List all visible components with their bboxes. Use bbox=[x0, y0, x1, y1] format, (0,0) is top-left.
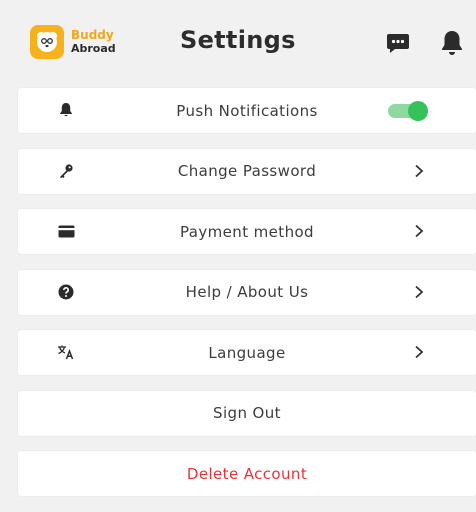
sign-out-button[interactable]: Sign Out bbox=[18, 390, 476, 436]
bell-icon[interactable] bbox=[437, 28, 467, 58]
payment-method-label: Payment method bbox=[180, 222, 314, 241]
logo-mascot-icon bbox=[30, 25, 64, 59]
credit-card-icon bbox=[56, 221, 76, 241]
push-notifications-label: Push Notifications bbox=[176, 101, 318, 120]
language-row[interactable]: Language bbox=[18, 330, 476, 375]
payment-method-row[interactable]: Payment method bbox=[18, 209, 476, 254]
delete-account-button[interactable]: Delete Account bbox=[18, 451, 476, 496]
help-about-label: Help / About Us bbox=[185, 283, 309, 301]
change-password-row[interactable]: Change Password bbox=[18, 148, 476, 194]
push-notifications-row: Push Notifications bbox=[18, 88, 476, 133]
chevron-right-icon bbox=[412, 221, 426, 241]
chevron-right-icon bbox=[412, 342, 426, 362]
push-notifications-toggle[interactable] bbox=[386, 101, 428, 121]
page-title: Settings bbox=[180, 26, 296, 54]
settings-list: Push Notifications Change Password Payme… bbox=[18, 88, 476, 512]
toggle-knob bbox=[408, 101, 428, 121]
help-circle-icon bbox=[56, 282, 76, 302]
app-header: Buddy Abroad Settings bbox=[0, 0, 476, 84]
chevron-right-icon bbox=[412, 282, 426, 302]
language-label: Language bbox=[208, 343, 286, 362]
bell-icon bbox=[56, 100, 76, 120]
key-icon bbox=[56, 161, 76, 181]
app-logo: Buddy Abroad bbox=[30, 22, 128, 62]
logo-text-buddy: Buddy bbox=[71, 28, 114, 42]
chat-icon[interactable] bbox=[383, 28, 413, 58]
change-password-label: Change Password bbox=[177, 162, 317, 180]
translate-icon bbox=[56, 342, 76, 362]
delete-account-label: Delete Account bbox=[186, 464, 308, 483]
sign-out-label: Sign Out bbox=[213, 404, 281, 422]
help-about-row[interactable]: Help / About Us bbox=[18, 269, 476, 315]
chevron-right-icon bbox=[412, 161, 426, 181]
logo-text-abroad: Abroad bbox=[71, 42, 116, 55]
